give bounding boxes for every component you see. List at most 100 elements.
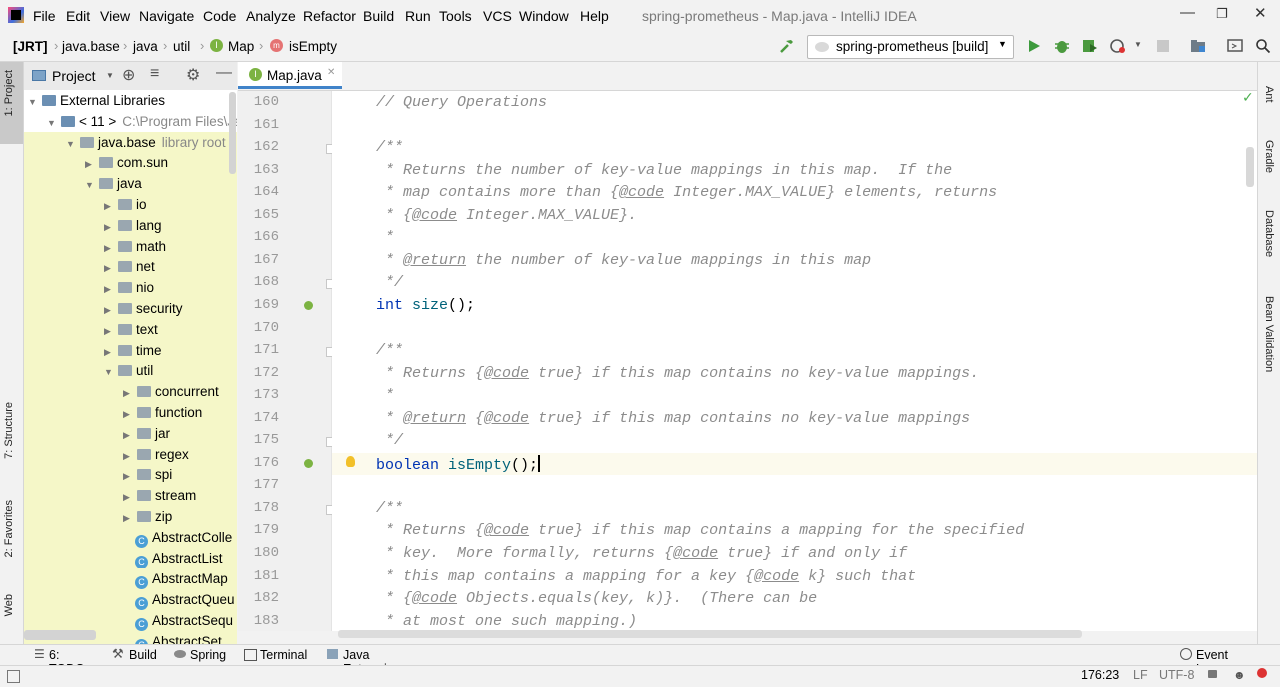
tree-node[interactable]: ▶ spi bbox=[24, 464, 237, 486]
line-number[interactable]: 161 bbox=[239, 117, 279, 133]
menu-analyze[interactable]: Analyze bbox=[246, 8, 296, 24]
tab-structure[interactable]: 7: Structure bbox=[0, 398, 23, 484]
line-number[interactable]: 166 bbox=[239, 229, 279, 245]
tree-node[interactable]: ▶ security bbox=[24, 298, 237, 319]
menu-build[interactable]: Build bbox=[363, 8, 394, 24]
line-number[interactable]: 183 bbox=[239, 613, 279, 629]
breadcrumb-item[interactable]: Map bbox=[228, 39, 254, 54]
tree-node[interactable]: ▼ java bbox=[24, 173, 237, 195]
line-number[interactable]: 179 bbox=[239, 522, 279, 538]
implemented-method-icon[interactable] bbox=[304, 300, 313, 310]
line-number[interactable]: 163 bbox=[239, 162, 279, 178]
locate-icon[interactable]: ⊕ bbox=[122, 65, 135, 85]
tree-node[interactable]: C AbstractQueu bbox=[24, 589, 237, 611]
hide-panel-icon[interactable]: — bbox=[216, 64, 232, 82]
tab-database[interactable]: Database bbox=[1258, 192, 1280, 262]
line-number[interactable]: 160 bbox=[239, 94, 279, 110]
menu-tools[interactable]: Tools bbox=[439, 8, 472, 24]
line-number[interactable]: 167 bbox=[239, 252, 279, 268]
tree-node[interactable]: ▶ nio bbox=[24, 277, 237, 299]
tab-web[interactable]: Web bbox=[0, 590, 23, 636]
tree-node[interactable]: ▶ com.sun bbox=[24, 152, 237, 174]
tree-node[interactable]: ▶ zip bbox=[24, 506, 237, 527]
close-icon[interactable]: ✕ bbox=[1254, 4, 1267, 22]
tree-node[interactable]: ▶ net bbox=[24, 256, 237, 278]
vertical-scrollbar-thumb[interactable] bbox=[1246, 147, 1254, 187]
project-view-title[interactable]: Project bbox=[52, 68, 96, 84]
line-separator[interactable]: LF bbox=[1133, 668, 1148, 682]
minimize-icon[interactable]: — bbox=[1180, 4, 1195, 21]
line-number[interactable]: 168 bbox=[239, 274, 279, 290]
menu-file[interactable]: File bbox=[33, 8, 56, 24]
menu-navigate[interactable]: Navigate bbox=[139, 8, 194, 24]
presentation-icon[interactable] bbox=[1227, 38, 1243, 54]
debug-icon[interactable] bbox=[1054, 38, 1070, 54]
maximize-icon[interactable]: ❐ bbox=[1216, 6, 1228, 22]
tab-ant[interactable]: Ant bbox=[1258, 66, 1280, 116]
tab-todo[interactable]: ☰ 6: TODO bbox=[32, 645, 98, 676]
tree-node[interactable]: C AbstractColle bbox=[24, 526, 237, 548]
menu-code[interactable]: Code bbox=[203, 8, 236, 24]
toggle-tool-windows-icon[interactable] bbox=[7, 670, 20, 683]
tab-java-enterprise[interactable]: Java Enterprise bbox=[327, 645, 427, 676]
tab-spring[interactable]: Spring bbox=[174, 645, 230, 666]
profile-icon[interactable] bbox=[1110, 38, 1126, 54]
inspector-hector-icon[interactable]: ☻ bbox=[1233, 668, 1246, 682]
inspection-ok-icon[interactable]: ✓ bbox=[1242, 89, 1254, 106]
horizontal-scrollbar-thumb[interactable] bbox=[338, 630, 1082, 638]
tree-node[interactable]: ▼ < 11 > C:\Program Files\Ja bbox=[24, 111, 237, 132]
tree-node[interactable]: C AbstractMap bbox=[24, 568, 237, 590]
line-number[interactable]: 169 bbox=[239, 297, 279, 313]
breadcrumb-item[interactable]: java bbox=[133, 39, 158, 54]
gear-icon[interactable]: ⚙ bbox=[186, 65, 200, 85]
line-number[interactable]: 172 bbox=[239, 365, 279, 381]
tree-scrollbar-thumb[interactable] bbox=[229, 92, 236, 174]
collapse-all-icon[interactable]: ≡ bbox=[150, 65, 159, 83]
tab-bean-validation[interactable]: Bean Validation bbox=[1258, 280, 1280, 384]
run-with-coverage-icon[interactable] bbox=[1082, 38, 1098, 54]
line-number[interactable]: 177 bbox=[239, 477, 279, 493]
tree-node[interactable]: ▶ lang bbox=[24, 214, 237, 236]
tree-node[interactable]: ▶ concurrent bbox=[24, 381, 237, 403]
chevron-down-icon[interactable]: ▼ bbox=[106, 71, 114, 80]
caret-position[interactable]: 176:23 bbox=[1081, 668, 1119, 682]
tab-favorites[interactable]: 2: Favorites bbox=[0, 496, 23, 582]
breadcrumb-item[interactable]: isEmpty bbox=[289, 39, 337, 54]
menu-refactor[interactable]: Refactor bbox=[303, 8, 356, 24]
menu-view[interactable]: View bbox=[100, 8, 130, 24]
line-number[interactable]: 178 bbox=[239, 500, 279, 516]
tree-node[interactable]: C AbstractSequ bbox=[24, 610, 237, 631]
breadcrumb-item[interactable]: java.base bbox=[62, 39, 120, 54]
file-encoding[interactable]: UTF-8 bbox=[1159, 668, 1194, 682]
menu-run[interactable]: Run bbox=[405, 8, 431, 24]
tab-terminal[interactable]: Terminal bbox=[244, 645, 310, 666]
tree-node[interactable]: C AbstractList bbox=[24, 547, 237, 569]
tree-node[interactable]: ▼ java.base library root bbox=[24, 131, 237, 153]
breadcrumb-item[interactable]: [JRT] bbox=[13, 39, 48, 54]
tree-node[interactable]: ▶ text bbox=[24, 318, 237, 340]
tree-node[interactable]: ▶ io bbox=[24, 194, 237, 215]
search-everywhere-icon[interactable] bbox=[1255, 38, 1271, 54]
line-number[interactable]: 171 bbox=[239, 342, 279, 358]
tree-node[interactable]: ▼ External Libraries bbox=[24, 90, 237, 111]
line-number[interactable]: 170 bbox=[239, 320, 279, 336]
tree-node[interactable]: ▶ math bbox=[24, 235, 237, 257]
line-number[interactable]: 173 bbox=[239, 387, 279, 403]
code-editor[interactable]: ✓ // Query Operations /** * Returns the n… bbox=[332, 89, 1257, 638]
tab-map-java[interactable]: I Map.java ✕ bbox=[238, 62, 342, 89]
tab-gradle[interactable]: Gradle bbox=[1258, 124, 1280, 180]
hammer-build-icon[interactable] bbox=[779, 38, 795, 54]
stop-icon[interactable] bbox=[1155, 38, 1171, 54]
close-tab-icon[interactable]: ✕ bbox=[327, 67, 335, 78]
tree-node[interactable]: ▶ time bbox=[24, 339, 237, 361]
line-number[interactable]: 164 bbox=[239, 184, 279, 200]
tree-node[interactable]: ▶ function bbox=[24, 402, 237, 423]
menu-window[interactable]: Window bbox=[519, 8, 569, 24]
tree-horizontal-scrollbar[interactable] bbox=[24, 630, 96, 640]
line-number[interactable]: 181 bbox=[239, 568, 279, 584]
line-number[interactable]: 180 bbox=[239, 545, 279, 561]
line-number[interactable]: 165 bbox=[239, 207, 279, 223]
tab-project[interactable]: 1: Project bbox=[0, 62, 23, 144]
line-number[interactable]: 174 bbox=[239, 410, 279, 426]
project-structure-icon[interactable] bbox=[1190, 38, 1206, 54]
